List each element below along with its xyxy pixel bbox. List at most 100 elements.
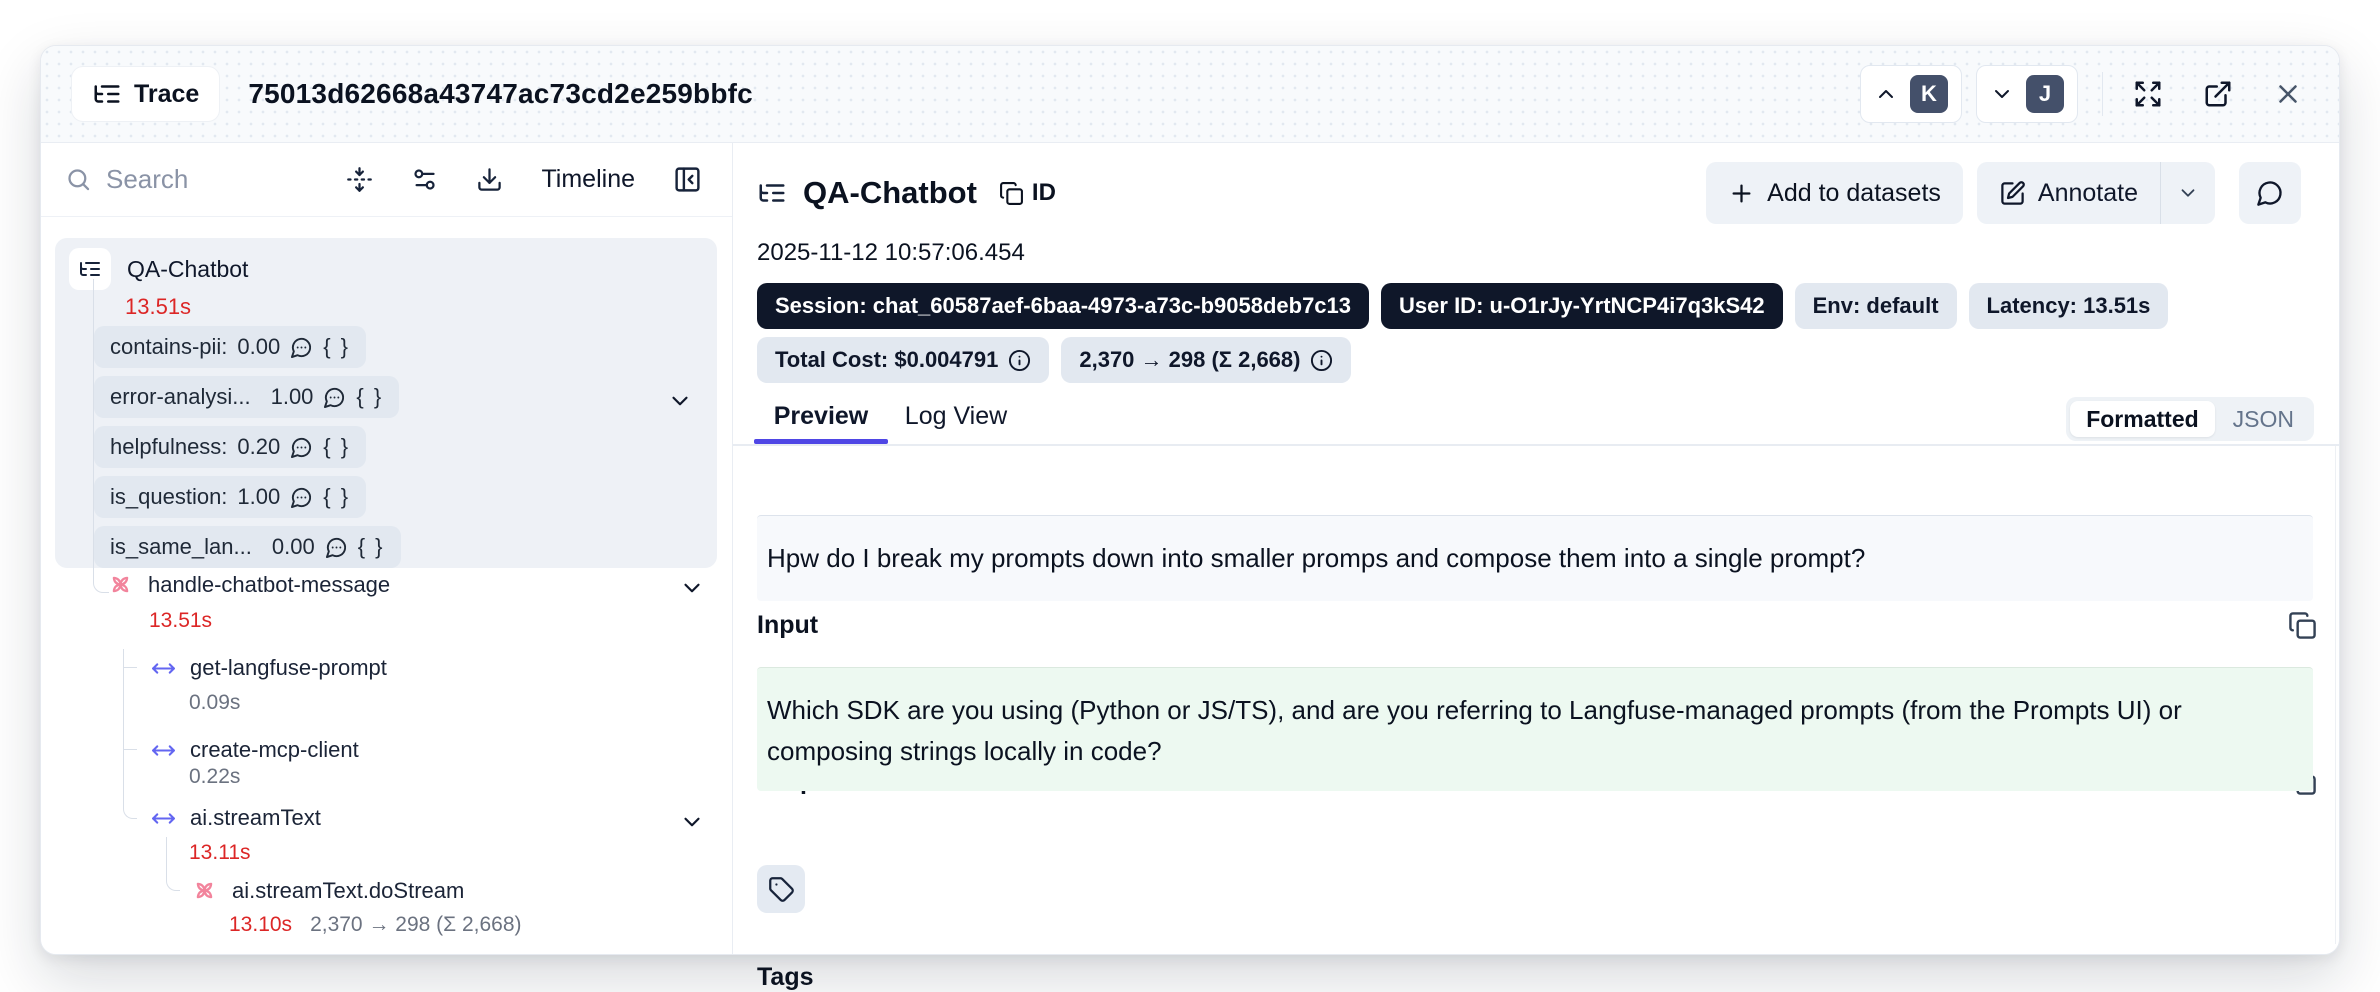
- close-button[interactable]: [2267, 73, 2309, 115]
- move-horizontal-icon: [151, 656, 176, 681]
- root-node-label: QA-Chatbot: [127, 256, 248, 283]
- score-value: 1.00: [237, 484, 280, 510]
- tab-preview[interactable]: Preview: [754, 389, 888, 444]
- trace-type-chip: Trace: [71, 66, 220, 122]
- score-name: error-analysi...: [110, 384, 251, 410]
- tree-node-ai-streamtext[interactable]: ai.streamText: [151, 805, 321, 831]
- input-content: Hpw do I break my prompts down into smal…: [757, 515, 2313, 601]
- total-cost-label: Total Cost: $0.004791: [775, 347, 998, 373]
- external-link-icon: [2203, 79, 2233, 109]
- score-name: is_question:: [110, 484, 227, 510]
- annotate-dropdown-button[interactable]: [2161, 162, 2215, 224]
- message-bubble-icon: [2256, 179, 2284, 207]
- tree-toolbar-icons: Timeline: [346, 165, 702, 194]
- sliders-icon[interactable]: [411, 166, 438, 193]
- node-duration-row: 13.10s 2,370 → 298 (Σ 2,668): [229, 913, 522, 937]
- tree-connector: [123, 649, 124, 779]
- tree-connector: [123, 667, 137, 668]
- close-icon: [2273, 79, 2303, 109]
- fold-vertical-icon[interactable]: [346, 166, 373, 193]
- format-option-json[interactable]: JSON: [2217, 401, 2310, 437]
- open-in-new-tab-button[interactable]: [2197, 73, 2239, 115]
- node-duration: 13.51s: [149, 609, 212, 633]
- root-node-row: QA-Chatbot: [69, 248, 703, 290]
- search-icon: [65, 166, 92, 193]
- tree-node-get-langfuse-prompt[interactable]: get-langfuse-prompt: [151, 655, 387, 681]
- timeline-toggle[interactable]: Timeline: [541, 165, 635, 194]
- user-id-pill[interactable]: User ID: u-O1rJy-YrtNCP4i7q3kS42: [1381, 283, 1783, 329]
- copy-icon: [999, 181, 1024, 206]
- chevron-down-icon: [2177, 182, 2199, 204]
- message-bubble-dots-icon: [290, 486, 313, 509]
- trace-chip-label: Trace: [134, 80, 199, 109]
- message-bubble-dots-icon: [290, 436, 313, 459]
- score-badge-contains-pii[interactable]: contains-pii: 0.00 { }: [94, 326, 366, 368]
- token-usage-label: 2,370 → 298 (Σ 2,668): [1079, 347, 1300, 373]
- trace-timestamp: 2025-11-12 10:57:06.454: [757, 239, 1025, 267]
- copy-icon[interactable]: [2288, 611, 2317, 640]
- tag-icon: [768, 876, 795, 903]
- chevron-down-icon: [1990, 82, 2014, 106]
- previous-trace-button[interactable]: K: [1860, 65, 1962, 123]
- node-duration: 0.22s: [189, 765, 240, 789]
- comments-button[interactable]: [2239, 162, 2301, 224]
- dialog-header-actions: K J: [1860, 65, 2309, 123]
- collapse-node-chevron-icon[interactable]: [679, 809, 705, 835]
- chevron-up-icon: [1874, 82, 1898, 106]
- download-icon[interactable]: [476, 166, 503, 193]
- session-pill[interactable]: Session: chat_60587aef-6baa-4973-a73c-b9…: [757, 283, 1369, 329]
- score-name: helpfulness:: [110, 434, 227, 460]
- node-duration: 13.10s: [229, 913, 292, 937]
- metadata-pill-row-1: Session: chat_60587aef-6baa-4973-a73c-b9…: [757, 283, 2168, 329]
- page: Trace 75013d62668a43747ac73cd2e259bbfc K…: [0, 0, 2380, 992]
- id-label: ID: [1032, 179, 1056, 207]
- score-badge-is-question[interactable]: is_question: 1.00 { }: [94, 476, 366, 518]
- tree-node-create-mcp-client[interactable]: create-mcp-client: [151, 737, 359, 763]
- tags-section-header: Tags: [757, 963, 2317, 992]
- copy-id-button[interactable]: ID: [999, 179, 1056, 207]
- next-trace-button[interactable]: J: [1976, 65, 2078, 123]
- node-label: get-langfuse-prompt: [190, 655, 387, 681]
- tree-node-root-selected[interactable]: QA-Chatbot 13.51s contains-pii: 0.00 { }…: [55, 238, 717, 568]
- score-badge-is-same-language[interactable]: is_same_lan...0.00 { }: [94, 526, 401, 568]
- node-duration: 13.11s: [189, 841, 251, 865]
- tree-node-handle-chatbot-message[interactable]: handle-chatbot-message: [107, 571, 390, 598]
- detail-title-row: QA-Chatbot ID Add to datasets: [757, 161, 2301, 225]
- collapse-node-chevron-icon[interactable]: [679, 575, 705, 601]
- message-bubble-dots-icon: [325, 536, 348, 559]
- list-tree-icon: [92, 79, 122, 109]
- scrollbar-track[interactable]: [2335, 446, 2336, 944]
- format-option-formatted[interactable]: Formatted: [2070, 401, 2214, 437]
- score-badge-error-analysis[interactable]: error-analysi...1.00 { }: [94, 376, 399, 418]
- score-value: 0.00: [237, 334, 280, 360]
- metadata-pill-row-2: Total Cost: $0.004791 2,370 → 298 (Σ 2,6…: [757, 337, 1351, 383]
- node-label: create-mcp-client: [190, 737, 359, 763]
- square-pen-icon: [1999, 180, 2026, 207]
- score-badge-helpfulness[interactable]: helpfulness: 0.20 { }: [94, 426, 366, 468]
- input-section-header: Input: [757, 611, 2317, 640]
- shortcut-key-k: K: [1910, 75, 1948, 113]
- expand-button[interactable]: [2127, 73, 2169, 115]
- annotate-button[interactable]: Annotate: [1977, 162, 2160, 224]
- move-horizontal-icon: [151, 806, 176, 831]
- tree-node-ai-streamtext-dostream[interactable]: ai.streamText.doStream: [191, 877, 464, 904]
- tab-log-view[interactable]: Log View: [896, 389, 1016, 444]
- score-value: 0.20: [237, 434, 280, 460]
- add-tag-button[interactable]: [757, 865, 805, 913]
- annotate-label: Annotate: [2038, 179, 2138, 208]
- detail-tabs: Preview Log View Formatted JSON: [733, 389, 2339, 446]
- panel-collapse-icon[interactable]: [673, 165, 702, 194]
- page-title: QA-Chatbot: [803, 175, 977, 211]
- detail-actions: Add to datasets Annotate: [1706, 162, 2301, 224]
- tree-toolbar: Timeline: [41, 143, 732, 217]
- tree-connector: [166, 837, 180, 891]
- info-icon[interactable]: [1008, 349, 1031, 372]
- trace-peek-dialog: Trace 75013d62668a43747ac73cd2e259bbfc K…: [40, 45, 2340, 955]
- add-to-datasets-button[interactable]: Add to datasets: [1706, 162, 1963, 224]
- info-icon[interactable]: [1310, 349, 1333, 372]
- input-heading: Input: [757, 611, 818, 640]
- message-bubble-dots-icon: [290, 336, 313, 359]
- search-input[interactable]: [106, 164, 306, 195]
- node-duration: 0.09s: [189, 691, 240, 715]
- node-label: ai.streamText.doStream: [232, 878, 464, 904]
